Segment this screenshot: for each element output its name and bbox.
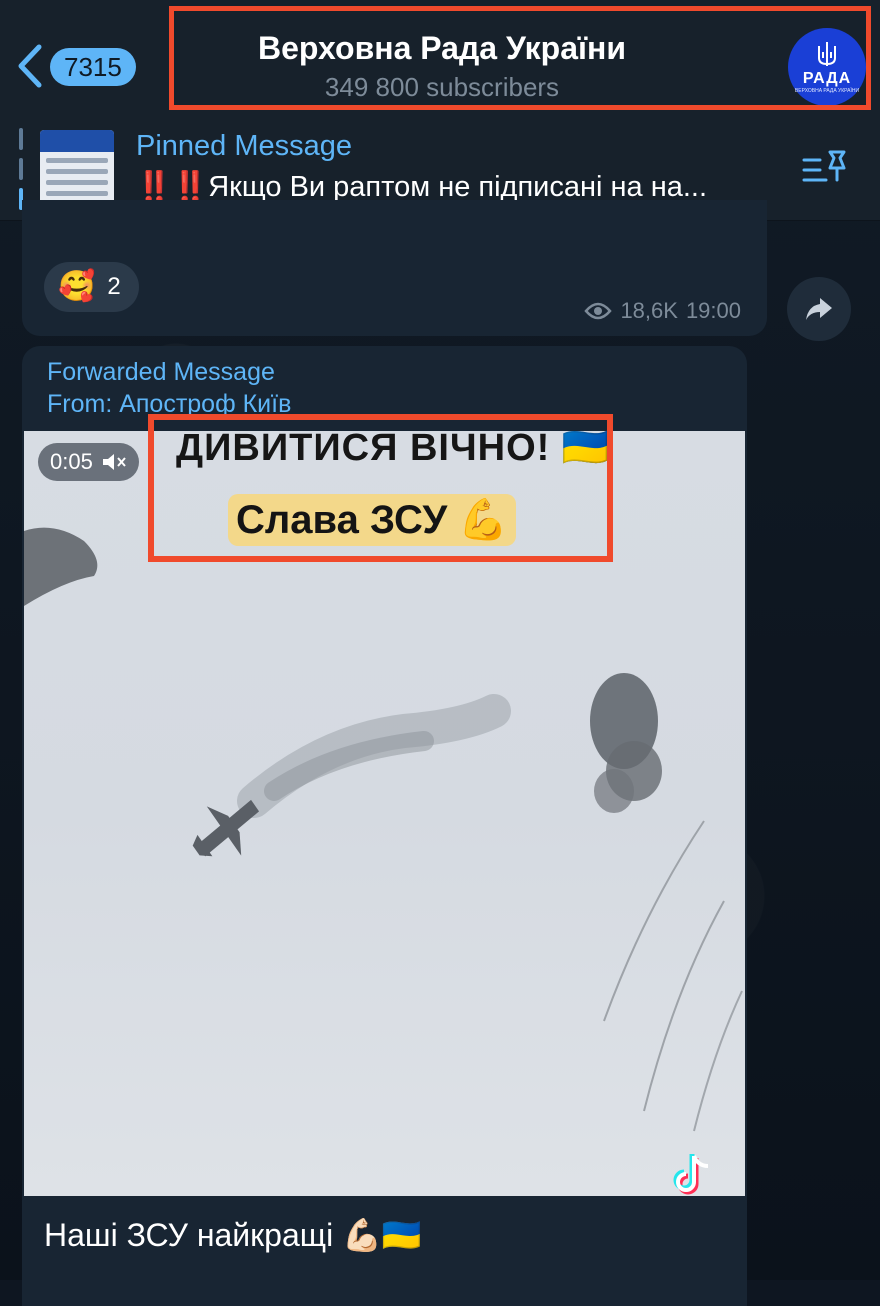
pin-list-icon [802,150,846,182]
message-text: Наші ЗСУ найкращі 💪🏻🇺🇦 [44,1217,422,1253]
view-count: 18,6K [620,298,678,323]
pinned-thumbnail [40,130,114,204]
highlight-box-header [169,6,871,110]
reaction-count: 2 [107,273,121,300]
duration-label: 0:05 [50,449,93,474]
pin-list-button[interactable] [800,146,850,196]
tiktok-icon [673,1154,709,1195]
chat-header: 7315 Верховна Рада України 349 800 subsc… [0,0,880,119]
reaction-chip[interactable]: 🥰 2 [44,262,139,312]
pinned-text: ‼️‼️Якщо Ви раптом не підписані на на... [136,171,708,203]
highlight-box-caption [148,414,613,562]
share-icon [806,298,832,320]
tiktok-watermark [670,1152,718,1203]
eye-icon [584,302,613,320]
mute-icon [102,454,126,470]
pinned-indicator [19,128,23,210]
message-meta: 18,6K 19:00 [584,298,741,324]
pinned-title: Pinned Message [136,130,353,162]
share-button[interactable] [787,277,851,341]
chevron-left-icon [18,44,42,88]
forwarded-label: Forwarded Message [47,358,275,386]
message-bubble: 🥰 2 18,6K 19:00 [22,200,767,336]
reaction-emoji: 🥰 [58,270,96,303]
unread-count-badge[interactable]: 7315 [50,48,136,86]
back-button[interactable] [14,42,44,90]
video-duration[interactable]: 0:05 [38,443,139,481]
message-time: 19:00 [685,298,741,323]
